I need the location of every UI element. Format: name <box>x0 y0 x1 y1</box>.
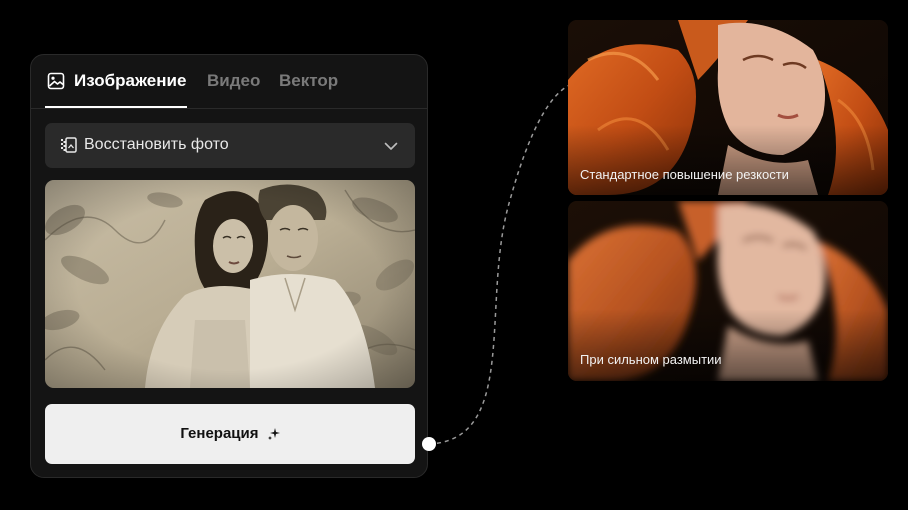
result-caption-sharpen: Стандартное повышение резкости <box>580 167 789 182</box>
generate-button[interactable]: Генерация <box>45 404 415 464</box>
result-card-blur[interactable]: При сильном размытии <box>568 201 888 381</box>
editor-panel: Изображение Видео Вектор Восстановить фо… <box>30 54 428 478</box>
tab-image[interactable]: Изображение <box>47 69 186 93</box>
tab-vector[interactable]: Вектор <box>279 69 338 93</box>
vintage-couple-photo <box>45 180 415 388</box>
active-tab-indicator <box>45 106 187 108</box>
mode-select-label: Восстановить фото <box>84 136 229 153</box>
tab-bar: Изображение Видео Вектор <box>31 55 427 109</box>
sparkle-icon <box>267 428 280 441</box>
generate-button-label: Генерация <box>180 425 259 443</box>
result-caption-blur: При сильном размытии <box>580 352 722 367</box>
tab-video[interactable]: Видео <box>207 69 260 93</box>
chevron-down-icon <box>384 142 398 150</box>
result-card-sharpen[interactable]: Стандартное повышение резкости <box>568 20 888 195</box>
image-icon <box>47 72 65 90</box>
tab-vector-label: Вектор <box>279 71 339 90</box>
input-photo <box>45 180 415 388</box>
tab-image-label: Изображение <box>74 71 187 90</box>
mode-select[interactable]: Восстановить фото <box>45 123 415 168</box>
tab-video-label: Видео <box>207 71 261 90</box>
restore-photo-icon <box>61 137 77 153</box>
